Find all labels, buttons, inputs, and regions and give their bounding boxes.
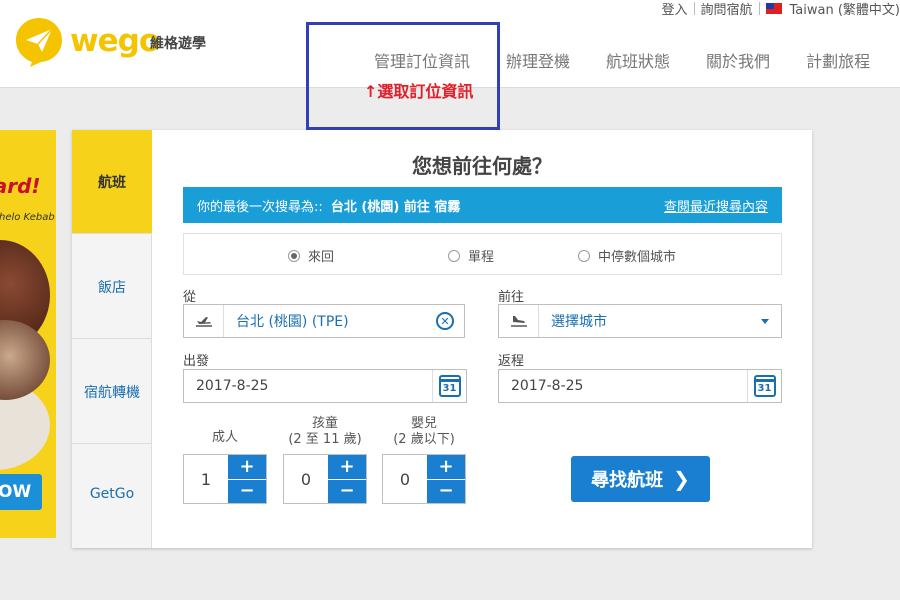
- depart-label: 出發: [183, 354, 210, 369]
- last-search-prefix: 你的最後一次搜尋為::: [197, 199, 323, 215]
- infant-increment-button[interactable]: +: [427, 455, 465, 479]
- divider: [693, 1, 695, 15]
- plane-landing-icon: [499, 305, 539, 337]
- search-tabs: 航班 飯店 宿航轉機 GetGo: [72, 130, 152, 548]
- calendar-button[interactable]: 31: [747, 370, 781, 402]
- help-link[interactable]: 詢問宿航: [701, 0, 753, 18]
- last-search-banner: 你的最後一次搜尋為:: 台北 (桃園) 前往 宿霧 查閱最近搜尋內容: [183, 187, 782, 223]
- to-input-placeholder[interactable]: 選擇城市: [539, 311, 761, 331]
- tab-transfer[interactable]: 宿航轉機: [72, 340, 152, 444]
- page-title: 您想前往何處？: [412, 154, 552, 178]
- trip-type-label: 來回: [308, 250, 335, 265]
- adult-stepper: 1 + −: [183, 454, 267, 504]
- depart-date-field[interactable]: 2017-8-25 31: [183, 369, 467, 403]
- adult-label: 成人: [183, 430, 267, 446]
- promo-food-image: [0, 320, 50, 400]
- promo-banner[interactable]: oard! Chelo Kebab OW: [0, 130, 56, 538]
- from-label: 從: [183, 290, 197, 305]
- chevron-down-icon[interactable]: [761, 318, 769, 324]
- trip-type-round-trip[interactable]: 來回: [288, 246, 334, 265]
- adult-increment-button[interactable]: +: [228, 455, 266, 479]
- wego-logo-icon[interactable]: [14, 16, 64, 68]
- return-date-value[interactable]: 2017-8-25: [499, 378, 747, 394]
- plane-takeoff-icon: [184, 305, 224, 337]
- infant-count: 0: [399, 469, 411, 489]
- top-utility-bar: 登入 詢問宿航 Taiwan (繁體中文): [661, 0, 900, 18]
- taiwan-flag-icon: [765, 2, 782, 14]
- search-flights-button[interactable]: 尋找航班 ❯: [571, 456, 710, 502]
- annotation-highlight-box: [306, 22, 500, 130]
- tab-getgo[interactable]: GetGo: [72, 442, 152, 546]
- child-increment-button[interactable]: +: [328, 455, 366, 479]
- tab-hotels[interactable]: 飯店: [72, 235, 152, 339]
- brand-wordmark[interactable]: wego: [70, 24, 160, 58]
- divider: [758, 1, 760, 15]
- child-label: 孩童 (2 至 11 歲): [283, 416, 367, 448]
- child-stepper: 0 + −: [283, 454, 367, 504]
- trip-type-label: 單程: [468, 250, 495, 265]
- radio-selected-icon: [288, 249, 300, 262]
- depart-date-value[interactable]: 2017-8-25: [184, 378, 432, 394]
- child-age-note: (2 至 11 歲): [288, 432, 362, 447]
- adult-count: 1: [200, 469, 212, 489]
- radio-icon: [448, 249, 460, 262]
- nav-flight-status[interactable]: 航班狀態: [606, 48, 670, 72]
- to-field[interactable]: 選擇城市: [498, 304, 782, 338]
- adult-decrement-button[interactable]: −: [228, 478, 266, 503]
- calendar-button[interactable]: 31: [432, 370, 466, 402]
- child-decrement-button[interactable]: −: [328, 478, 366, 503]
- to-label: 前往: [498, 290, 525, 305]
- infant-label-text: 嬰兒: [410, 416, 437, 431]
- return-date-field[interactable]: 2017-8-25 31: [498, 369, 782, 403]
- infant-decrement-button[interactable]: −: [427, 478, 465, 503]
- calendar-icon: 31: [438, 375, 461, 397]
- infant-stepper: 0 + −: [382, 454, 466, 504]
- nav-check-in[interactable]: 辦理登機: [506, 48, 570, 72]
- brand-subtitle: 維格遊學: [150, 36, 206, 52]
- calendar-icon: 31: [753, 375, 776, 397]
- recent-searches-link[interactable]: 查閱最近搜尋內容: [664, 196, 768, 215]
- last-search-route: 台北 (桃園) 前往 宿霧: [330, 199, 461, 215]
- infant-age-note: (2 歲以下): [393, 432, 455, 447]
- clear-icon[interactable]: ✕: [436, 312, 454, 330]
- search-card: 航班 飯店 宿航轉機 GetGo 您想前往何處？ 你的最後一次搜尋為:: 台北 …: [72, 130, 812, 548]
- trip-type-one-way[interactable]: 單程: [448, 246, 494, 265]
- nav-plan-trip[interactable]: 計劃旅程: [806, 48, 870, 72]
- child-count: 0: [300, 469, 312, 489]
- trip-type-multi-city[interactable]: 中停數個城市: [578, 246, 676, 265]
- child-label-text: 孩童: [311, 416, 338, 431]
- region-selector[interactable]: Taiwan (繁體中文): [790, 0, 900, 18]
- adult-label-text: 成人: [211, 430, 238, 445]
- promo-title: oard!: [0, 174, 41, 198]
- infant-label: 嬰兒 (2 歲以下): [382, 416, 466, 448]
- search-flights-label: 尋找航班: [591, 470, 664, 491]
- annotation-text: ↑選取訂位資訊: [364, 82, 474, 101]
- promo-subtitle: Chelo Kebab: [0, 212, 55, 223]
- from-field[interactable]: 台北 (桃園) (TPE) ✕: [183, 304, 465, 338]
- nav-about-us[interactable]: 關於我們: [706, 48, 770, 72]
- tab-flights[interactable]: 航班: [72, 130, 152, 234]
- from-input-value[interactable]: 台北 (桃園) (TPE): [224, 311, 436, 331]
- trip-type-selector: 來回 單程 中停數個城市: [183, 233, 782, 275]
- login-link[interactable]: 登入: [661, 0, 687, 18]
- trip-type-label: 中停數個城市: [598, 250, 677, 265]
- promo-book-now-button[interactable]: OW: [0, 474, 42, 510]
- return-label: 返程: [498, 354, 525, 369]
- chevron-right-icon: ❯: [673, 467, 690, 491]
- radio-icon: [578, 249, 590, 262]
